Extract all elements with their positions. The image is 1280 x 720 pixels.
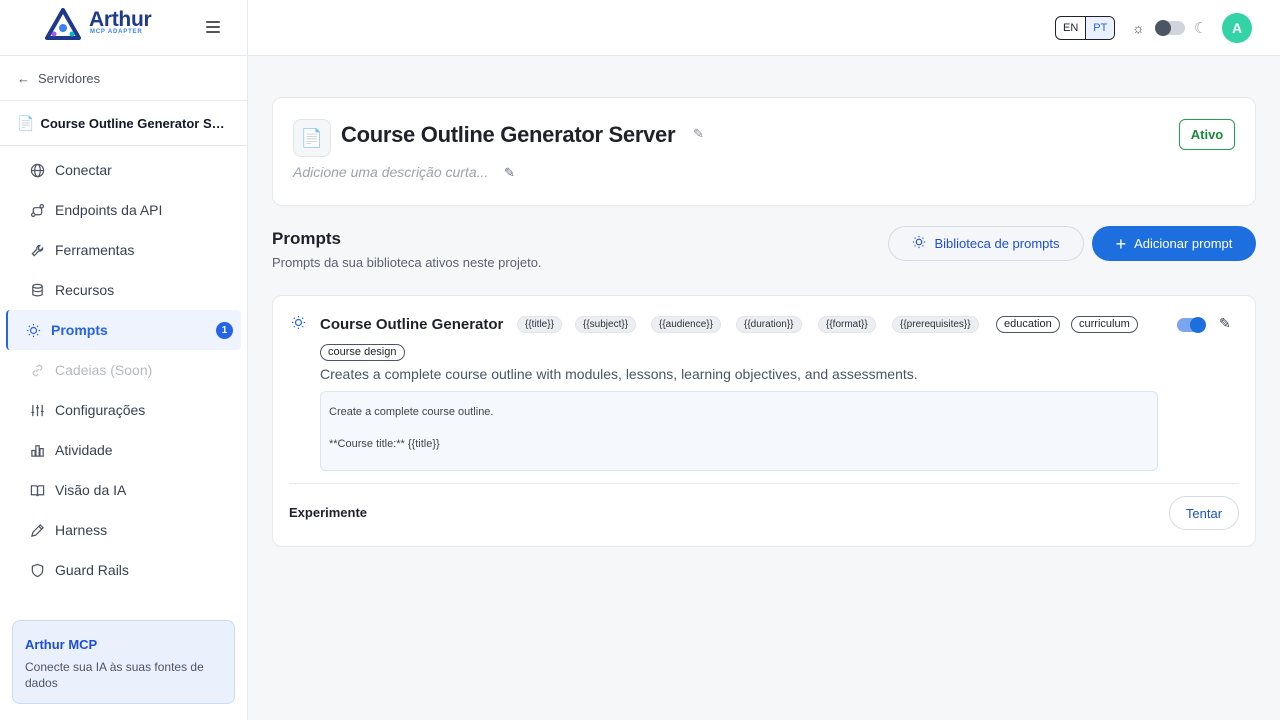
sidebar-item-visao-ia[interactable]: Visão da IA — [6, 470, 241, 510]
tag-chip: course design — [320, 344, 405, 361]
sidebar-item-label: Conectar — [55, 162, 112, 178]
edit-description-icon[interactable]: ✎ — [504, 165, 515, 181]
lang-en-button[interactable]: EN — [1056, 17, 1087, 39]
prompt-name: Course Outline Generator — [320, 316, 504, 333]
route-icon — [29, 202, 45, 218]
globe-icon — [29, 162, 45, 178]
server-name: Course Outline Generator Server — [40, 115, 231, 131]
divider — [289, 483, 1239, 484]
prompt-library-button[interactable]: Biblioteca de prompts — [888, 226, 1084, 261]
wrench-icon — [29, 242, 45, 258]
sidebar-item-configuracoes[interactable]: Configurações — [6, 390, 241, 430]
add-prompt-label: Adicionar prompt — [1134, 236, 1233, 251]
add-prompt-button[interactable]: + Adicionar prompt — [1092, 226, 1256, 261]
sidebar-item-label: Visão da IA — [55, 482, 127, 498]
sidebar-item-label: Harness — [55, 522, 108, 538]
sidebar-item-ferramentas[interactable]: Ferramentas — [6, 230, 241, 270]
lang-pt-button[interactable]: PT — [1086, 17, 1115, 39]
section-title: Prompts — [272, 229, 341, 248]
prompt-body-line: **Course title:** {{title}} — [329, 438, 440, 450]
variable-chip: {{format}} — [818, 316, 876, 333]
prompt-body-line: Create a complete course outline. — [329, 406, 494, 418]
brand-subtitle: MCP ADAPTER — [90, 29, 143, 35]
edit-title-icon[interactable]: ✎ — [693, 126, 704, 142]
link-icon — [29, 362, 45, 378]
sidebar-item-conectar[interactable]: Conectar — [6, 150, 241, 190]
plus-icon: + — [1115, 233, 1127, 254]
status-badge: Ativo — [1179, 119, 1235, 150]
sidebar-item-label: Configurações — [55, 402, 146, 418]
variable-chip: {{title}} — [517, 316, 562, 333]
sliders-icon — [29, 402, 45, 418]
sidebar-item-endpoints[interactable]: Endpoints da API — [6, 190, 241, 230]
variable-chip: {{subject}} — [575, 316, 637, 333]
promo-title: Arthur MCP — [25, 637, 98, 652]
sidebar-item-atividade[interactable]: Atividade — [6, 430, 241, 470]
theme-toggle[interactable] — [1155, 20, 1185, 36]
lightbulb-icon — [912, 235, 926, 252]
prompt-body-line — [329, 420, 1149, 436]
sidebar-nav: Conectar Endpoints da API Ferramentas Re… — [0, 146, 247, 590]
sidebar-item-label: Cadeias (Soon) — [55, 362, 153, 378]
tag-chip: education — [996, 316, 1060, 333]
back-link-label: Servidores — [38, 70, 101, 86]
edit-prompt-icon[interactable]: ✎ — [1219, 315, 1231, 332]
language-switcher: EN PT — [1055, 16, 1116, 40]
variable-chip: {{duration}} — [736, 316, 802, 333]
sidebar-item-label: Prompts — [51, 322, 108, 338]
lightbulb-icon — [291, 315, 306, 334]
sidebar-item-cadeias: Cadeias (Soon) — [6, 350, 241, 390]
sidebar-item-label: Guard Rails — [55, 562, 129, 578]
section-subtitle: Prompts da sua biblioteca ativos neste p… — [272, 255, 542, 270]
variable-chip: {{audience}} — [651, 316, 721, 333]
try-section-label: Experimente — [289, 505, 368, 520]
sidebar-item-harness[interactable]: Harness — [6, 510, 241, 550]
sun-icon: ☼ — [1132, 20, 1145, 36]
book-icon — [29, 482, 45, 498]
lightbulb-icon — [25, 322, 41, 338]
database-icon — [29, 282, 45, 298]
prompt-description: Creates a complete course outline with m… — [320, 366, 918, 382]
brand-header: Arthur MCP ADAPTER — [0, 0, 247, 56]
moon-icon: ☾ — [1194, 20, 1208, 37]
bar-chart-icon — [29, 442, 45, 458]
sidebar-item-label: Endpoints da API — [55, 202, 163, 218]
try-button[interactable]: Tentar — [1169, 496, 1239, 530]
pen-icon — [29, 522, 45, 538]
page-title: Course Outline Generator Server — [341, 122, 676, 147]
document-icon: 📄 — [17, 114, 35, 131]
prompt-enabled-toggle[interactable] — [1177, 317, 1206, 333]
prompt-library-label: Biblioteca de prompts — [934, 236, 1060, 251]
current-server: 📄 Course Outline Generator Server — [0, 101, 247, 146]
sidebar-item-label: Recursos — [55, 282, 115, 298]
arthur-logo-icon[interactable] — [44, 8, 82, 40]
sidebar-item-prompts[interactable]: Prompts 1 — [6, 310, 241, 350]
shield-icon — [29, 562, 45, 578]
prompts-count-badge: 1 — [216, 321, 233, 339]
arrow-left-icon: ← — [17, 70, 30, 86]
server-header-card: 📄 Course Outline Generator Server ✎ Adic… — [272, 97, 1256, 206]
sidebar-item-label: Ferramentas — [55, 242, 135, 258]
tag-chip: curriculum — [1071, 316, 1138, 333]
promo-text: Conecte sua IA às suas fontes de dados — [25, 660, 204, 690]
back-to-servers-link[interactable]: ← Servidores — [0, 56, 247, 101]
prompt-body-preview: Create a complete course outline. **Cour… — [320, 391, 1158, 471]
sidebar-item-label: Atividade — [55, 442, 113, 458]
variable-chip: {{prerequisites}} — [892, 316, 979, 333]
sidebar-item-guard-rails[interactable]: Guard Rails — [6, 550, 241, 590]
promo-card: Arthur MCP Conecte sua IA às suas fontes… — [12, 620, 235, 704]
avatar[interactable]: A — [1222, 13, 1252, 43]
description-placeholder[interactable]: Adicione uma descrição curta... — [293, 164, 488, 180]
sidebar-item-recursos[interactable]: Recursos — [6, 270, 241, 310]
document-icon: 📄 — [293, 119, 331, 157]
prompt-card: Course Outline Generator {{title}} {{sub… — [272, 295, 1256, 547]
menu-icon[interactable] — [206, 21, 220, 33]
sidebar: Arthur MCP ADAPTER ← Servidores 📄 Course… — [0, 0, 248, 720]
top-bar: EN PT ☼ ☾ A — [248, 0, 1280, 56]
